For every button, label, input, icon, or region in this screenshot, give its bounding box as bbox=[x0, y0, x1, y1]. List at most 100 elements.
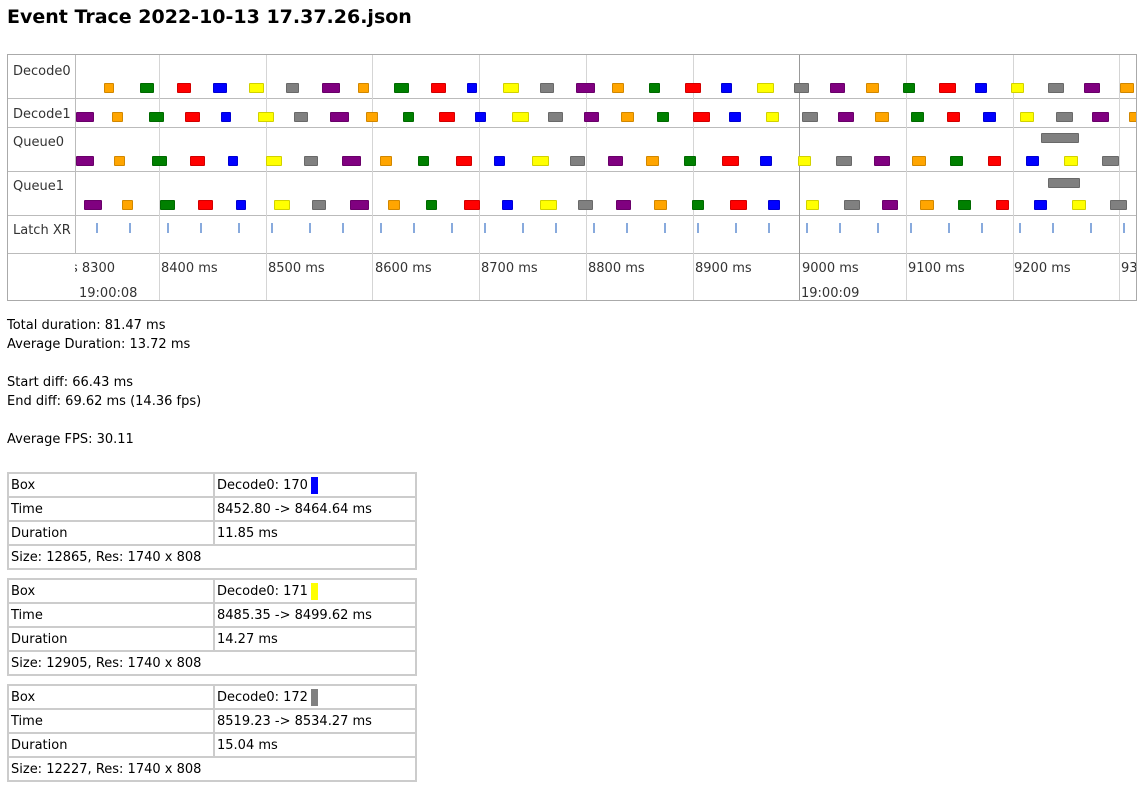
event-box[interactable] bbox=[258, 112, 274, 122]
event-box[interactable] bbox=[570, 156, 585, 166]
event-box[interactable] bbox=[418, 156, 429, 166]
event-box[interactable] bbox=[312, 200, 326, 210]
event-box[interactable] bbox=[1034, 200, 1047, 210]
event-box[interactable] bbox=[403, 112, 414, 122]
event-box[interactable] bbox=[836, 156, 852, 166]
event-box[interactable] bbox=[426, 200, 437, 210]
event-box[interactable] bbox=[911, 112, 924, 122]
timeline-chart[interactable]: Decode0 Decode1 Queue0 Queue1 Latch XR 8… bbox=[7, 54, 1137, 301]
event-box[interactable] bbox=[649, 83, 660, 93]
event-box[interactable] bbox=[190, 156, 205, 166]
event-box[interactable] bbox=[1102, 156, 1119, 166]
event-box[interactable] bbox=[358, 83, 369, 93]
event-box[interactable] bbox=[456, 156, 472, 166]
event-box[interactable] bbox=[874, 156, 890, 166]
event-box[interactable] bbox=[350, 200, 369, 210]
event-box[interactable] bbox=[608, 156, 623, 166]
event-box[interactable] bbox=[875, 112, 889, 122]
event-box[interactable] bbox=[729, 112, 741, 122]
event-box[interactable] bbox=[578, 200, 593, 210]
event-box[interactable] bbox=[684, 156, 696, 166]
event-box[interactable] bbox=[798, 156, 811, 166]
event-box[interactable] bbox=[540, 83, 554, 93]
event-box[interactable] bbox=[431, 83, 446, 93]
event-box[interactable] bbox=[794, 83, 809, 93]
event-box[interactable] bbox=[342, 156, 361, 166]
event-box[interactable] bbox=[903, 83, 915, 93]
event-box[interactable] bbox=[920, 200, 934, 210]
event-box[interactable] bbox=[721, 83, 732, 93]
event-box[interactable] bbox=[621, 112, 634, 122]
event-box[interactable] bbox=[693, 112, 710, 122]
event-box[interactable] bbox=[140, 83, 154, 93]
event-box[interactable] bbox=[236, 200, 246, 210]
event-box[interactable] bbox=[286, 83, 299, 93]
event-box[interactable] bbox=[160, 200, 175, 210]
event-box[interactable] bbox=[584, 112, 599, 122]
event-box[interactable] bbox=[512, 112, 529, 122]
event-box[interactable] bbox=[983, 112, 996, 122]
event-box[interactable] bbox=[76, 156, 94, 166]
event-box[interactable] bbox=[322, 83, 340, 93]
event-box[interactable] bbox=[532, 156, 549, 166]
event-box[interactable] bbox=[806, 200, 819, 210]
event-box[interactable] bbox=[330, 112, 349, 122]
event-box[interactable] bbox=[1011, 83, 1024, 93]
event-box[interactable] bbox=[646, 156, 659, 166]
event-box[interactable] bbox=[502, 200, 513, 210]
event-box[interactable] bbox=[380, 156, 392, 166]
event-box[interactable] bbox=[760, 156, 772, 166]
event-box[interactable] bbox=[654, 200, 667, 210]
event-box[interactable] bbox=[213, 83, 227, 93]
event-box[interactable] bbox=[1056, 112, 1073, 122]
event-box[interactable] bbox=[657, 112, 669, 122]
event-box[interactable] bbox=[122, 200, 133, 210]
event-box[interactable] bbox=[475, 112, 486, 122]
event-box[interactable] bbox=[1048, 83, 1064, 93]
event-box[interactable] bbox=[912, 156, 926, 166]
event-box[interactable] bbox=[730, 200, 747, 210]
event-box[interactable] bbox=[1020, 112, 1034, 122]
event-box[interactable] bbox=[939, 83, 956, 93]
event-box[interactable] bbox=[1092, 112, 1109, 122]
event-box[interactable] bbox=[802, 112, 818, 122]
event-box[interactable] bbox=[996, 200, 1009, 210]
event-box[interactable] bbox=[149, 112, 164, 122]
event-box[interactable] bbox=[1026, 156, 1039, 166]
event-box[interactable] bbox=[464, 200, 480, 210]
event-box[interactable] bbox=[548, 112, 563, 122]
event-box[interactable] bbox=[198, 200, 213, 210]
event-box[interactable] bbox=[266, 156, 282, 166]
event-box[interactable] bbox=[467, 83, 477, 93]
event-box[interactable] bbox=[540, 200, 557, 210]
event-box[interactable] bbox=[503, 83, 519, 93]
event-box[interactable] bbox=[114, 156, 125, 166]
event-box[interactable] bbox=[494, 156, 505, 166]
event-box[interactable] bbox=[1129, 112, 1136, 122]
event-box[interactable] bbox=[722, 156, 739, 166]
event-box[interactable] bbox=[1072, 200, 1086, 210]
event-box[interactable] bbox=[1048, 178, 1080, 188]
event-box[interactable] bbox=[947, 112, 960, 122]
event-box[interactable] bbox=[152, 156, 167, 166]
event-box[interactable] bbox=[1110, 200, 1127, 210]
event-box[interactable] bbox=[612, 83, 624, 93]
event-box[interactable] bbox=[616, 200, 631, 210]
event-box[interactable] bbox=[576, 83, 595, 93]
event-box[interactable] bbox=[439, 112, 455, 122]
event-box[interactable] bbox=[950, 156, 963, 166]
event-box[interactable] bbox=[366, 112, 378, 122]
event-box[interactable] bbox=[112, 112, 123, 122]
event-box[interactable] bbox=[685, 83, 701, 93]
event-box[interactable] bbox=[975, 83, 987, 93]
event-box[interactable] bbox=[388, 200, 400, 210]
event-box[interactable] bbox=[766, 112, 779, 122]
event-box[interactable] bbox=[838, 112, 854, 122]
event-box[interactable] bbox=[757, 83, 774, 93]
event-box[interactable] bbox=[830, 83, 845, 93]
event-box[interactable] bbox=[221, 112, 231, 122]
event-box[interactable] bbox=[844, 200, 860, 210]
event-box[interactable] bbox=[228, 156, 238, 166]
event-box[interactable] bbox=[185, 112, 200, 122]
event-box[interactable] bbox=[294, 112, 308, 122]
